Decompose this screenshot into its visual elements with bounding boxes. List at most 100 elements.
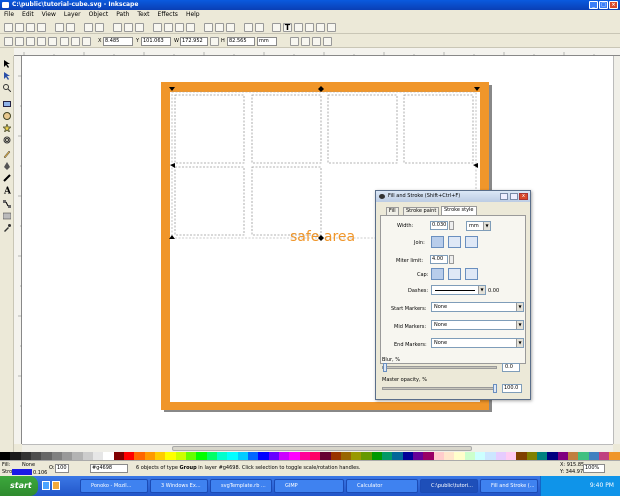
- zoom-field[interactable]: 100%: [583, 464, 605, 473]
- palette-swatch[interactable]: [423, 452, 434, 460]
- palette-swatch[interactable]: [134, 452, 145, 460]
- blur-input[interactable]: 0.0: [502, 363, 520, 372]
- dialog-close-button[interactable]: x: [519, 193, 528, 200]
- move-patterns-icon[interactable]: [323, 37, 332, 46]
- miter-join-button[interactable]: [431, 236, 444, 248]
- palette-swatch[interactable]: [526, 452, 538, 460]
- rotate-cw-icon[interactable]: [26, 37, 35, 46]
- document-properties-icon[interactable]: [327, 23, 336, 32]
- menu-effects[interactable]: Effects: [158, 10, 178, 20]
- task-inkscape[interactable]: C:\public\tutori...: [420, 479, 478, 493]
- connector-tool-icon[interactable]: [3, 200, 11, 208]
- start-button[interactable]: start: [0, 476, 38, 496]
- blur-slider-thumb[interactable]: [383, 363, 387, 372]
- palette-swatch[interactable]: [588, 452, 600, 460]
- tab-stroke-style[interactable]: Stroke style: [441, 206, 477, 215]
- ellipse-tool-icon[interactable]: [3, 112, 11, 120]
- palette-swatch[interactable]: [454, 452, 465, 460]
- gradient-tool-icon[interactable]: [3, 212, 11, 220]
- move-gradients-icon[interactable]: [312, 37, 321, 46]
- menu-object[interactable]: Object: [89, 10, 109, 20]
- butt-cap-button[interactable]: [431, 268, 444, 280]
- palette-swatch[interactable]: [361, 452, 372, 460]
- duplicate-icon[interactable]: [204, 23, 213, 32]
- preferences-icon[interactable]: [316, 23, 325, 32]
- palette-swatch[interactable]: [557, 452, 569, 460]
- palette-swatch[interactable]: [371, 452, 383, 460]
- palette-swatch[interactable]: [444, 452, 455, 460]
- selector-tool-icon[interactable]: [3, 60, 11, 68]
- palette-swatch[interactable]: [392, 452, 403, 460]
- zoom-selection-icon[interactable]: [153, 23, 162, 32]
- miter-limit-spinner[interactable]: [449, 255, 454, 264]
- palette-swatch[interactable]: [216, 452, 228, 460]
- save-icon[interactable]: [26, 23, 35, 32]
- task-windows-explorer[interactable]: 3 Windows Ex...: [150, 479, 208, 493]
- clone-icon[interactable]: [215, 23, 224, 32]
- round-join-button[interactable]: [448, 236, 461, 248]
- dialog-maximize-button[interactable]: [510, 193, 518, 200]
- palette-swatch[interactable]: [485, 452, 496, 460]
- rectangle-tool-icon[interactable]: [3, 100, 11, 108]
- raise-top-icon[interactable]: [60, 37, 69, 46]
- menu-text[interactable]: Text: [137, 10, 149, 20]
- palette-swatch[interactable]: [113, 452, 124, 460]
- dropper-tool-icon[interactable]: [3, 224, 11, 232]
- opacity-slider[interactable]: [382, 387, 497, 390]
- zoom-tool-icon[interactable]: [3, 84, 11, 92]
- palette-swatch[interactable]: [123, 452, 135, 460]
- palette-swatch[interactable]: [103, 452, 114, 460]
- mid-markers-select[interactable]: None ▼: [431, 320, 524, 330]
- palette-swatch[interactable]: [0, 452, 11, 460]
- palette-swatch[interactable]: [340, 452, 352, 460]
- lock-ratio-icon[interactable]: [210, 37, 219, 46]
- miter-limit-input[interactable]: 4.00: [430, 255, 448, 264]
- dash-pattern-select[interactable]: ▼: [431, 285, 486, 295]
- vertical-scrollbar[interactable]: [613, 56, 620, 444]
- x-input[interactable]: 8.485: [103, 37, 133, 46]
- zoom-page-icon[interactable]: [175, 23, 184, 32]
- palette-swatch[interactable]: [299, 452, 310, 460]
- unlink-clone-icon[interactable]: [226, 23, 235, 32]
- pencil-tool-icon[interactable]: [3, 150, 11, 158]
- palette-swatch[interactable]: [309, 452, 321, 460]
- text-font-icon[interactable]: T: [283, 23, 292, 32]
- node-tool-icon[interactable]: [3, 72, 11, 80]
- raise-icon[interactable]: [71, 37, 80, 46]
- palette-swatch[interactable]: [402, 452, 414, 460]
- palette-swatch[interactable]: [278, 452, 290, 460]
- palette-swatch[interactable]: [196, 452, 207, 460]
- width-input[interactable]: 172.952: [180, 37, 208, 46]
- y-input[interactable]: 101.063: [141, 37, 171, 46]
- spiral-tool-icon[interactable]: [3, 136, 11, 144]
- menu-view[interactable]: View: [42, 10, 56, 20]
- menu-layer[interactable]: Layer: [64, 10, 81, 20]
- palette-swatch[interactable]: [475, 452, 486, 460]
- palette-swatch[interactable]: [206, 452, 217, 460]
- dialog-minimize-button[interactable]: [500, 193, 508, 200]
- clock[interactable]: 9:40 PM: [590, 482, 614, 489]
- group-icon[interactable]: [244, 23, 253, 32]
- quick-launch-firefox-icon[interactable]: [52, 481, 60, 490]
- close-button[interactable]: ×: [609, 1, 618, 9]
- palette-swatch[interactable]: [258, 452, 269, 460]
- unit-select[interactable]: mm: [257, 37, 277, 46]
- calligraphy-tool-icon[interactable]: [3, 174, 11, 182]
- menu-path[interactable]: Path: [116, 10, 129, 20]
- export-icon[interactable]: [66, 23, 75, 32]
- palette-swatch[interactable]: [516, 452, 527, 460]
- palette-swatch[interactable]: [82, 452, 93, 460]
- palette-swatch[interactable]: [144, 452, 155, 460]
- rotate-ccw-icon[interactable]: [15, 37, 24, 46]
- palette-swatch[interactable]: [537, 452, 548, 460]
- palette-swatch[interactable]: [237, 452, 248, 460]
- horizontal-scroll-thumb[interactable]: [172, 446, 472, 451]
- palette-swatch[interactable]: [330, 452, 341, 460]
- tab-fill[interactable]: Fill: [386, 207, 399, 215]
- redo-icon[interactable]: [95, 23, 104, 32]
- pen-tool-icon[interactable]: [3, 162, 11, 170]
- palette-swatch[interactable]: [609, 452, 620, 460]
- opacity-field[interactable]: 100: [55, 464, 69, 473]
- palette-swatch[interactable]: [10, 452, 21, 460]
- align-distribute-icon[interactable]: [305, 23, 314, 32]
